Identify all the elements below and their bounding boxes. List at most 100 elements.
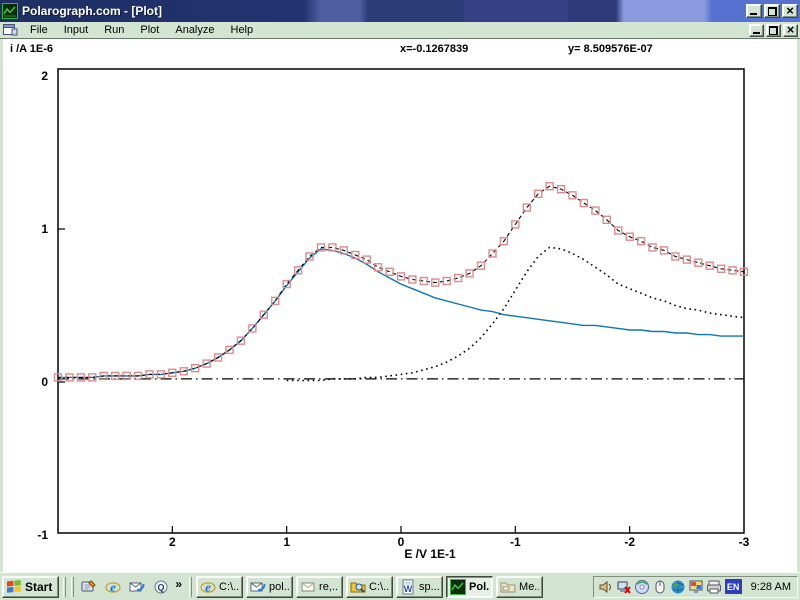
mouse-icon (652, 579, 668, 595)
series-measured-data (58, 186, 744, 377)
close-icon: × (786, 6, 794, 16)
child-window-controls: × (749, 24, 798, 37)
desktop: Polarograph.com - [Plot] × FileInputRunP… (0, 0, 800, 600)
task-button-polarograph[interactable]: Pol... (446, 576, 493, 598)
series-component-2-fit (287, 247, 744, 380)
task-button-envelope[interactable]: re,... (296, 576, 343, 598)
task-label: pol... (269, 581, 289, 593)
windows-logo-icon (6, 579, 22, 594)
menu-help[interactable]: Help (223, 23, 262, 37)
printer-icon (706, 579, 722, 595)
svg-text:W: W (404, 584, 413, 594)
printer-tray-icon[interactable] (706, 579, 722, 595)
explorer-search-icon (350, 579, 366, 595)
menu-file[interactable]: File (22, 23, 56, 37)
app-icon[interactable] (2, 3, 18, 19)
window-controls: × (746, 4, 798, 18)
child-minimize-button[interactable] (749, 24, 764, 37)
internet-explorer-quicklaunch-button[interactable]: e (102, 576, 124, 598)
toolbar-grip[interactable] (63, 577, 66, 597)
series-component-1-fit (58, 249, 744, 378)
language-indicator[interactable]: EN (725, 579, 742, 594)
task-label: Pol... (469, 581, 489, 593)
svg-text:0: 0 (41, 375, 48, 389)
envelope-icon (300, 579, 316, 595)
restore-button[interactable] (764, 4, 780, 18)
start-button[interactable]: Start (2, 576, 59, 598)
task-button-explorer-search[interactable]: C:\... (346, 576, 393, 598)
outlook-express-quicklaunch-button[interactable] (126, 576, 148, 598)
plot-readout-row: i /A 1E-6 x=-0.1267839 y= 8.509576E-07 (0, 43, 800, 57)
window-border-left (0, 39, 3, 572)
windows-update-icon (634, 579, 650, 595)
mdi-child-icon (2, 23, 18, 37)
restore-icon (768, 7, 777, 16)
task-label: sp... (419, 581, 439, 593)
task-buttons: eC:\...pol...re,...C:\...Wsp...Pol...Me.… (196, 576, 543, 598)
task-label: C:\... (219, 581, 239, 593)
svg-text:e: e (205, 579, 211, 594)
child-restore-button[interactable] (766, 24, 781, 37)
word-document-icon: W (400, 579, 416, 595)
svg-text:1: 1 (283, 535, 290, 549)
taskbar: Start eQ » eC:\...pol...re,...C:\...Wsp.… (0, 572, 800, 600)
task-button-folder[interactable]: Me... (496, 576, 543, 598)
restore-icon (769, 26, 778, 35)
volume-tray-icon[interactable] (598, 579, 614, 595)
quicktime-player-quicklaunch-button[interactable]: Q (150, 576, 172, 598)
mouse-tray-icon[interactable] (652, 579, 668, 595)
cursor-x-readout: x=-0.1267839 (400, 43, 468, 55)
quicktime-player-icon: Q (153, 579, 169, 595)
svg-text:2: 2 (169, 535, 176, 549)
svg-text:-1: -1 (510, 535, 521, 549)
taskbar-clock[interactable]: 9:28 AM (745, 581, 791, 593)
volume-icon (598, 579, 614, 595)
quick-launch-overflow-chevron[interactable]: » (175, 577, 185, 597)
y-axis-unit-label: i /A 1E-6 (10, 43, 53, 55)
y-axis: 210-1 (37, 69, 65, 542)
display-settings-tray-icon[interactable] (688, 579, 704, 595)
task-button-word-document[interactable]: Wsp... (396, 576, 443, 598)
windows-update-tray-icon[interactable] (634, 579, 650, 595)
menu-plot[interactable]: Plot (132, 23, 167, 37)
svg-text:Q: Q (158, 582, 165, 592)
close-button[interactable]: × (782, 4, 798, 18)
show-desktop-quicklaunch-button[interactable] (78, 576, 100, 598)
svg-text:2: 2 (41, 69, 48, 83)
internet-explorer-icon: e (105, 579, 121, 595)
svg-text:-1: -1 (37, 528, 48, 542)
polarograph-app-icon (2, 3, 18, 19)
axis-frame (58, 69, 744, 533)
outlook-express-icon (129, 579, 145, 595)
start-label: Start (25, 580, 52, 594)
quick-launch-bar: eQ (78, 576, 172, 598)
toolbar-grip[interactable] (189, 577, 192, 597)
internet-explorer-icon: e (200, 579, 216, 595)
plot-window-icon[interactable] (2, 23, 18, 37)
menu-list: FileInputRunPlotAnalyzeHelp (22, 23, 749, 37)
minimize-icon (750, 13, 757, 15)
svg-text:-3: -3 (739, 535, 750, 549)
svg-text:-2: -2 (624, 535, 635, 549)
task-button-internet-explorer[interactable]: e C:\... (196, 576, 243, 598)
minimize-button[interactable] (746, 4, 762, 18)
folder-icon (500, 579, 516, 595)
menu-analyze[interactable]: Analyze (167, 23, 222, 37)
svg-text:e: e (110, 579, 116, 594)
network-disconnected-icon (616, 579, 632, 595)
x-axis: 210-1-2-3E /V 1E-1 (169, 526, 750, 561)
task-label: Me... (519, 581, 539, 593)
show-desktop-icon (81, 579, 97, 595)
menu-input[interactable]: Input (56, 23, 96, 37)
tray-icon-list (598, 579, 722, 595)
plot-svg[interactable]: 210-1-2-3E /V 1E-1210-1 (0, 39, 800, 572)
menubar: FileInputRunPlotAnalyzeHelp × (0, 22, 800, 39)
task-button-outlook-express[interactable]: pol... (246, 576, 293, 598)
toolbar-grip[interactable] (71, 577, 74, 597)
menu-run[interactable]: Run (96, 23, 132, 37)
internet-globe-tray-icon[interactable] (670, 579, 686, 595)
system-tray: EN 9:28 AM (593, 576, 798, 598)
network-disconnected-tray-icon[interactable] (616, 579, 632, 595)
child-close-button[interactable]: × (783, 24, 798, 37)
outlook-express-icon (250, 579, 266, 595)
